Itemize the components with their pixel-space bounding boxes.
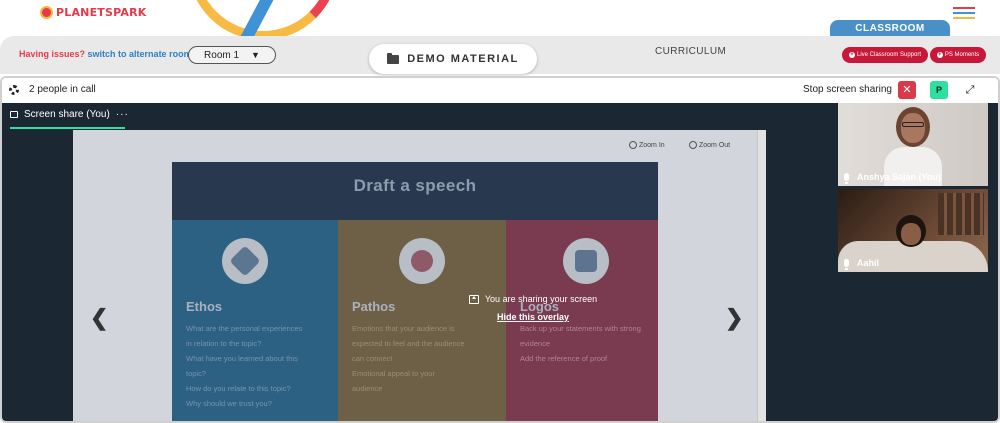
zoom-in-icon bbox=[629, 141, 637, 149]
demo-material-button[interactable]: DEMO MATERIAL bbox=[369, 44, 537, 74]
active-tab-indicator bbox=[10, 127, 125, 129]
planetspark-logo[interactable]: PLANETSPARK bbox=[40, 6, 147, 19]
sharing-overlay: You are sharing your screen Hide this ov… bbox=[448, 294, 618, 325]
monitor-icon bbox=[10, 111, 18, 118]
zoom-in-button[interactable]: Zoom In bbox=[629, 141, 665, 149]
screen-share-tab-label: Screen share (You) bbox=[24, 109, 110, 120]
microphone-icon bbox=[844, 173, 849, 184]
more-options-icon[interactable]: ··· bbox=[116, 109, 129, 120]
people-count: 2 people in call bbox=[29, 84, 96, 95]
participant-name: Anshya Sajan (You) bbox=[844, 172, 941, 184]
screen-share-tab[interactable]: Screen share (You) ··· bbox=[10, 109, 129, 120]
alternate-room-notice: Having issues? switch to alternate room bbox=[19, 49, 192, 59]
room-select[interactable]: Room 1 ▼ bbox=[188, 46, 276, 64]
stop-sharing-label[interactable]: Stop screen sharing bbox=[803, 84, 892, 95]
share-screen-icon bbox=[468, 294, 479, 304]
top-header: PLANETSPARK CLASSROOM bbox=[0, 0, 1000, 59]
ps-moments-label: PS Moments bbox=[944, 52, 980, 58]
hide-overlay-link[interactable]: Hide this overlay bbox=[497, 312, 569, 322]
switch-room-link[interactable]: switch to alternate room bbox=[88, 49, 192, 59]
zoom-out-icon bbox=[689, 141, 697, 149]
ethos-column: Ethos What are the personal experiences … bbox=[172, 220, 338, 421]
participant-tile[interactable]: Anshya Sajan (You) bbox=[838, 103, 988, 186]
participant-avatar-button[interactable]: P bbox=[930, 81, 948, 99]
plus-icon: + bbox=[936, 52, 943, 58]
column-text: Back up your statements with strong evid… bbox=[520, 324, 641, 363]
participant-name: Aahil bbox=[844, 258, 879, 270]
previous-slide-icon[interactable]: ❮ bbox=[90, 305, 108, 331]
ps-moments-button[interactable]: + PS Moments bbox=[930, 47, 986, 63]
plus-icon: + bbox=[848, 52, 855, 58]
gear-icon[interactable] bbox=[9, 85, 19, 95]
zoom-out-button[interactable]: Zoom Out bbox=[689, 141, 730, 149]
fullscreen-icon[interactable]: ⤢ bbox=[963, 83, 977, 97]
slide-title: Draft a speech bbox=[353, 176, 477, 195]
dropdown-arrow-icon: ▼ bbox=[251, 50, 260, 60]
column-text: Emotions that your audience is expected … bbox=[352, 324, 465, 393]
live-support-label: Live Classroom Support bbox=[856, 52, 922, 58]
zoom-in-label: Zoom In bbox=[639, 141, 665, 149]
next-slide-icon[interactable]: ❯ bbox=[725, 305, 743, 331]
folder-icon bbox=[387, 52, 400, 64]
column-heading: Ethos bbox=[186, 299, 223, 314]
screen-scrollbar[interactable] bbox=[757, 130, 766, 421]
microphone-icon bbox=[844, 259, 849, 270]
bar-chart-icon bbox=[563, 238, 609, 284]
curriculum-tab[interactable]: CURRICULUM bbox=[655, 46, 726, 57]
call-toolbar: 2 people in call Stop screen sharing ✕ P… bbox=[2, 78, 998, 103]
hamburger-menu-icon[interactable] bbox=[953, 7, 975, 19]
shared-screen: Zoom In Zoom Out Draft a speech Ethos Wh… bbox=[73, 130, 766, 421]
presentation-slide: Draft a speech Ethos What are the person… bbox=[172, 162, 658, 421]
participant-tile[interactable]: Aahil bbox=[838, 189, 988, 272]
room-select-value: Room 1 bbox=[204, 49, 240, 61]
zoom-out-label: Zoom Out bbox=[699, 141, 731, 149]
sharing-message: You are sharing your screen bbox=[484, 294, 598, 304]
demo-material-label: DEMO MATERIAL bbox=[407, 53, 519, 65]
stop-sharing-button[interactable]: ✕ bbox=[898, 81, 916, 99]
live-support-button[interactable]: + Live Classroom Support bbox=[842, 47, 928, 63]
call-stage: Screen share (You) ··· Zoom In Zoom Out … bbox=[2, 103, 998, 421]
heart-icon bbox=[399, 238, 445, 284]
handshake-icon bbox=[222, 238, 268, 284]
app-root: PLANETSPARK CLASSROOM Having issues? swi… bbox=[0, 0, 1000, 423]
logo-mascot-icon bbox=[40, 6, 53, 19]
column-text: What are the personal experiences in rel… bbox=[186, 324, 303, 408]
video-call-panel: 2 people in call Stop screen sharing ✕ P… bbox=[0, 76, 1000, 423]
column-heading: Pathos bbox=[352, 299, 396, 314]
issues-question: Having issues? bbox=[19, 49, 86, 59]
logo-text: PLANETSPARK bbox=[56, 6, 147, 19]
